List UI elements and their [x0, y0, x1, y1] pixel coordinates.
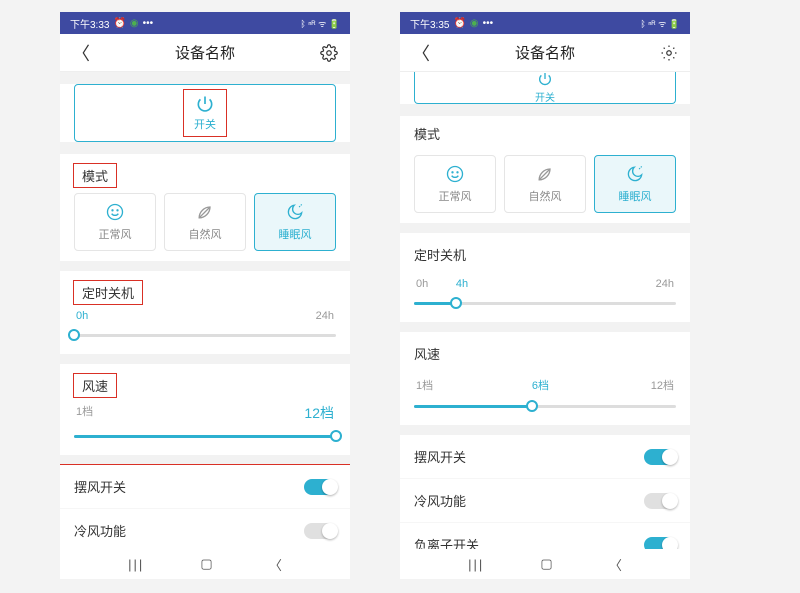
toggle-cold: 冷风功能 — [400, 478, 690, 522]
mode-normal[interactable]: 正常风 — [414, 155, 496, 213]
speed-section: 风速 1档 6档 12档 — [400, 332, 690, 425]
titlebar: 〈 设备名称 — [60, 34, 350, 72]
timer-slider[interactable] — [74, 326, 336, 344]
nav-back[interactable]: 〈 — [609, 555, 622, 574]
toggle-label: 摆风开关 — [74, 477, 126, 496]
timer-value-label: 4h — [456, 278, 468, 290]
phone-left: 下午3:33 ⏰ ◉ ••• ᛒ ⁿᴿ ᯤ 🔋 〈 设备名称 开关 — [60, 12, 350, 579]
alarm-icon: ⏰ — [453, 18, 465, 29]
swing-switch[interactable] — [644, 449, 676, 465]
mode-section-label: 模式 — [414, 122, 440, 151]
mode-label: 自然风 — [189, 226, 222, 242]
status-bar: 下午3:33 ⏰ ◉ ••• ᛒ ⁿᴿ ᯤ 🔋 — [60, 12, 350, 34]
status-time: 下午3:35 — [410, 16, 449, 31]
content-scroll[interactable]: 开关 模式 正常风 自然风 睡眠风 定 — [400, 72, 690, 549]
status-right-icons: ᛒ ⁿᴿ ᯤ 🔋 — [640, 17, 680, 30]
mode-section-label: 模式 — [74, 164, 116, 187]
timer-section: 定时关机 0h 24h — [60, 271, 350, 354]
speed-min-label: 1档 — [76, 403, 93, 423]
nav-home[interactable]: ▢ — [200, 556, 212, 572]
timer-max-label: 24h — [316, 310, 334, 322]
anion-switch[interactable] — [644, 537, 676, 550]
mode-label: 正常风 — [99, 226, 132, 242]
status-dot-icon: ◉ — [470, 18, 479, 29]
leaf-icon — [195, 202, 215, 222]
status-dots-icon: ••• — [483, 18, 494, 29]
timer-max-label: 24h — [656, 278, 674, 290]
toggles-section: 摆风开关 冷风功能 负离子开关 — [60, 465, 350, 549]
mode-label: 睡眠风 — [279, 226, 312, 242]
mode-label: 自然风 — [529, 188, 562, 204]
speed-max-label: 12档 — [304, 403, 334, 423]
mode-label: 正常风 — [439, 188, 472, 204]
smile-icon — [445, 164, 465, 184]
gear-icon[interactable] — [660, 44, 678, 62]
page-title: 设备名称 — [515, 42, 575, 63]
toggle-label: 摆风开关 — [414, 447, 466, 466]
timer-min-label: 0h — [416, 278, 428, 290]
nav-back[interactable]: 〈 — [269, 555, 282, 574]
speed-section: 风速 1档 12档 — [60, 364, 350, 455]
leaf-icon — [535, 164, 555, 184]
nav-recent[interactable]: ||| — [128, 557, 144, 572]
mode-section: 模式 正常风 自然风 睡眠风 — [400, 116, 690, 223]
power-icon — [195, 94, 215, 114]
mode-section: 模式 正常风 自然风 睡眠风 — [60, 154, 350, 261]
cold-switch[interactable] — [644, 493, 676, 509]
content-scroll[interactable]: 开关 模式 正常风 自然风 睡眠风 定 — [60, 72, 350, 549]
titlebar: 〈 设备名称 — [400, 34, 690, 72]
status-right-icons: ᛒ ⁿᴿ ᯤ 🔋 — [300, 17, 340, 30]
system-navbar: ||| ▢ 〈 — [60, 549, 350, 579]
timer-slider[interactable] — [414, 294, 676, 312]
smile-icon — [105, 202, 125, 222]
gear-icon[interactable] — [320, 44, 338, 62]
power-label: 开关 — [194, 116, 216, 132]
mode-label: 睡眠风 — [619, 188, 652, 204]
toggle-cold: 冷风功能 — [60, 508, 350, 549]
back-button[interactable]: 〈 — [72, 40, 90, 66]
toggles-section: 摆风开关 冷风功能 负离子开关 屏显功能 — [400, 435, 690, 549]
toggle-label: 冷风功能 — [74, 521, 126, 540]
speed-min-label: 1档 — [416, 377, 433, 393]
page-title: 设备名称 — [175, 42, 235, 63]
timer-min-label: 0h — [76, 310, 88, 322]
speed-section-label: 风速 — [414, 342, 440, 371]
nav-home[interactable]: ▢ — [540, 556, 552, 572]
toggle-label: 负离子开关 — [414, 535, 479, 549]
toggle-anion: 负离子开关 — [400, 522, 690, 549]
mode-natural[interactable]: 自然风 — [504, 155, 586, 213]
speed-max-label: 12档 — [651, 377, 674, 393]
moon-icon — [625, 164, 645, 184]
status-bar: 下午3:35 ⏰ ◉ ••• ᛒ ⁿᴿ ᯤ 🔋 — [400, 12, 690, 34]
toggle-swing: 摆风开关 — [60, 465, 350, 508]
moon-icon — [285, 202, 305, 222]
swing-switch[interactable] — [304, 479, 336, 495]
timer-section: 定时关机 0h 4h 24h — [400, 233, 690, 322]
speed-section-label: 风速 — [74, 374, 116, 397]
power-button[interactable]: 开关 — [74, 84, 336, 142]
speed-value-label: 6档 — [532, 377, 549, 393]
speed-slider[interactable] — [74, 427, 336, 445]
toggle-swing: 摆风开关 — [400, 435, 690, 478]
status-dot-icon: ◉ — [130, 18, 139, 29]
timer-section-label: 定时关机 — [414, 243, 466, 272]
system-navbar: ||| ▢ 〈 — [400, 549, 690, 579]
cold-switch[interactable] — [304, 523, 336, 539]
mode-sleep[interactable]: 睡眠风 — [254, 193, 336, 251]
mode-sleep[interactable]: 睡眠风 — [594, 155, 676, 213]
back-button[interactable]: 〈 — [412, 40, 430, 66]
mode-normal[interactable]: 正常风 — [74, 193, 156, 251]
timer-section-label: 定时关机 — [74, 281, 142, 304]
mode-natural[interactable]: 自然风 — [164, 193, 246, 251]
speed-slider[interactable] — [414, 397, 676, 415]
phone-right: 下午3:35 ⏰ ◉ ••• ᛒ ⁿᴿ ᯤ 🔋 〈 设备名称 开关 — [400, 12, 690, 579]
status-dots-icon: ••• — [143, 18, 154, 29]
power-label: 开关 — [535, 89, 555, 104]
status-time: 下午3:33 — [70, 16, 109, 31]
nav-recent[interactable]: ||| — [468, 557, 484, 572]
power-button-partial[interactable]: 开关 — [414, 72, 676, 104]
power-icon — [537, 72, 553, 87]
alarm-icon: ⏰ — [113, 18, 125, 29]
toggle-label: 冷风功能 — [414, 491, 466, 510]
